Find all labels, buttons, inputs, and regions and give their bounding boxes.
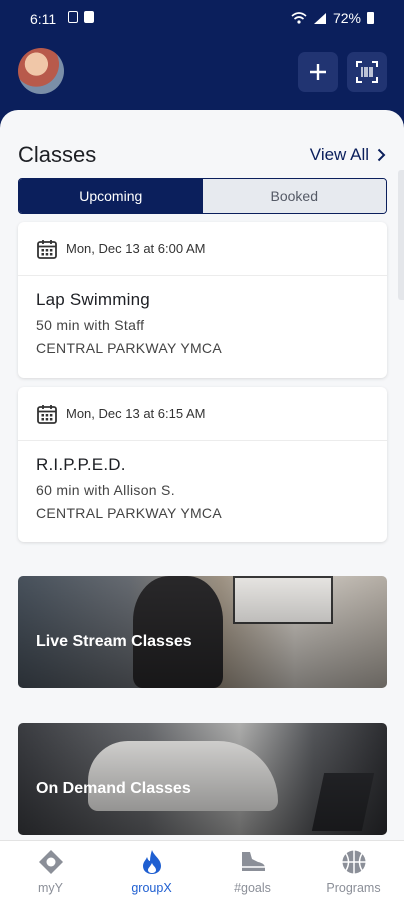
bottom-nav: myY groupX #goals Programs [0,840,404,900]
wifi-icon [291,12,307,24]
status-bar: 6:11 72% [0,0,404,38]
avatar[interactable] [18,48,64,94]
checklist-icon [84,11,94,23]
class-tabs: Upcoming Booked [18,178,387,214]
class-name: Lap Swimming [36,290,150,309]
tab-upcoming[interactable]: Upcoming [19,179,203,213]
main-sheet: Classes View All Upcoming Booked Mon, De… [0,110,404,840]
battery-percent: 72% [332,10,361,26]
class-location: CENTRAL PARKWAY YMCA [36,340,222,356]
class-date-row: Mon, Dec 13 at 6:00 AM [18,222,387,276]
nav-label: #goals [234,881,271,895]
scroll-handle[interactable] [398,170,404,300]
live-stream-banner[interactable]: Live Stream Classes [18,576,387,688]
banner-shade [18,576,387,688]
basketball-icon [342,850,365,874]
notification-icons [68,11,94,23]
banner-shade [18,723,387,835]
add-button[interactable] [298,52,338,92]
class-card[interactable]: Mon, Dec 13 at 6:15 AM R.I.P.P.E.D. 60 m… [18,387,387,542]
nav-label: Programs [326,881,381,895]
class-location: CENTRAL PARKWAY YMCA [36,505,222,521]
nav-myy[interactable]: myY [0,841,101,900]
nav-label: groupX [131,881,172,895]
status-right: 72% [291,10,374,26]
class-card[interactable]: Mon, Dec 13 at 6:00 AM Lap Swimming 50 m… [18,222,387,378]
tab-booked[interactable]: Booked [202,179,386,213]
flame-icon [142,850,161,874]
battery-icon [367,12,374,24]
class-date: Mon, Dec 13 at 6:15 AM [66,406,206,421]
app-header [0,38,404,110]
class-name: R.I.P.P.E.D. [36,455,126,474]
calendar-icon [37,404,57,424]
view-all-label: View All [309,145,369,164]
ymca-diamond-icon [38,850,63,874]
status-time: 6:11 [30,11,57,27]
on-demand-banner[interactable]: On Demand Classes [18,723,387,835]
signal-icon [313,12,326,24]
shoe-icon [241,852,265,871]
calendar-icon [37,239,57,259]
nav-goals[interactable]: #goals [202,841,303,900]
class-detail: 60 min with Allison S. [36,482,175,498]
scan-button[interactable] [347,52,387,92]
class-date-row: Mon, Dec 13 at 6:15 AM [18,387,387,441]
plus-icon [310,64,326,80]
nav-programs[interactable]: Programs [303,841,404,900]
on-demand-label: On Demand Classes [36,780,191,797]
nav-groupx[interactable]: groupX [101,841,202,900]
classes-title: Classes [18,142,97,167]
view-all-link[interactable]: View All [310,145,386,165]
class-detail: 50 min with Staff [36,317,145,333]
live-stream-label: Live Stream Classes [36,633,192,650]
barcode-scan-icon [356,61,378,83]
chevron-right-icon [377,148,386,162]
notification-icon [68,11,78,23]
class-date: Mon, Dec 13 at 6:00 AM [66,241,206,256]
nav-label: myY [38,881,63,895]
